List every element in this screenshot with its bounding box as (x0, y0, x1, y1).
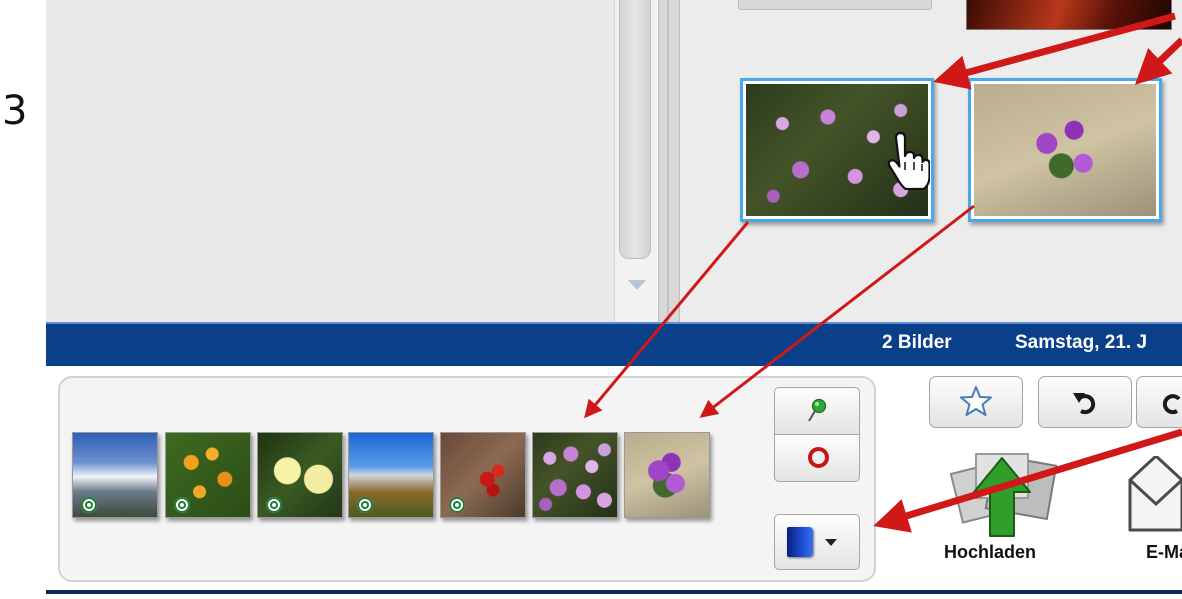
tray-thumbnail[interactable] (348, 432, 434, 518)
green-circle-badge-icon (357, 497, 373, 513)
rotate-right-button[interactable] (1136, 376, 1182, 428)
email-label[interactable]: E-Ma (1146, 542, 1182, 563)
selection-count: 2 Bilder (882, 332, 952, 353)
window-bottom-border (46, 590, 1182, 594)
rotate-left-button[interactable] (1038, 376, 1132, 428)
keep-in-tray-button[interactable] (774, 387, 860, 435)
clear-tray-button[interactable] (774, 434, 860, 482)
tray-thumbnail[interactable] (165, 432, 251, 518)
red-ring-icon (808, 447, 829, 468)
photo-thumbnail-partial[interactable] (738, 0, 932, 10)
scrollbar-thumb[interactable] (619, 0, 651, 259)
rotate-left-icon (1073, 393, 1096, 415)
pane-divider[interactable] (658, 0, 680, 322)
status-date: Samstag, 21. J (1015, 332, 1148, 353)
green-circle-badge-icon (266, 497, 282, 513)
tray-thumbnail-pink-flowers[interactable] (532, 432, 618, 518)
star-button[interactable] (929, 376, 1023, 428)
left-pane (46, 0, 628, 322)
tray-thumbnail[interactable] (72, 432, 158, 518)
star-icon (960, 386, 992, 416)
status-bar: 2 Bilder Samstag, 21. J (46, 322, 1182, 366)
tray-thumbnail[interactable] (440, 432, 526, 518)
tray-thumbnail-purple-flowers[interactable] (624, 432, 710, 518)
tray-thumbnail[interactable] (257, 432, 343, 518)
upload-label[interactable]: Hochladen (944, 542, 1036, 563)
vertical-scrollbar[interactable] (614, 0, 657, 322)
hand-cursor-icon (887, 132, 930, 190)
green-circle-badge-icon (449, 497, 465, 513)
chevron-down-icon (825, 539, 837, 546)
upload-icon[interactable] (950, 452, 1062, 540)
scroll-down-arrow-icon[interactable] (628, 280, 646, 290)
green-circle-badge-icon (174, 497, 190, 513)
step-number: 3 (2, 88, 28, 134)
green-pushpin-icon (808, 398, 827, 422)
green-circle-badge-icon (81, 497, 97, 513)
photo-thumbnail-partial-red[interactable] (966, 0, 1172, 30)
photo-image (974, 84, 1156, 216)
email-icon[interactable] (1126, 456, 1182, 536)
selected-photo-purple-flowers[interactable] (968, 78, 1162, 222)
blue-album-icon (787, 527, 813, 557)
rotate-right-icon (1162, 394, 1181, 415)
album-dropdown-button[interactable] (774, 514, 860, 570)
